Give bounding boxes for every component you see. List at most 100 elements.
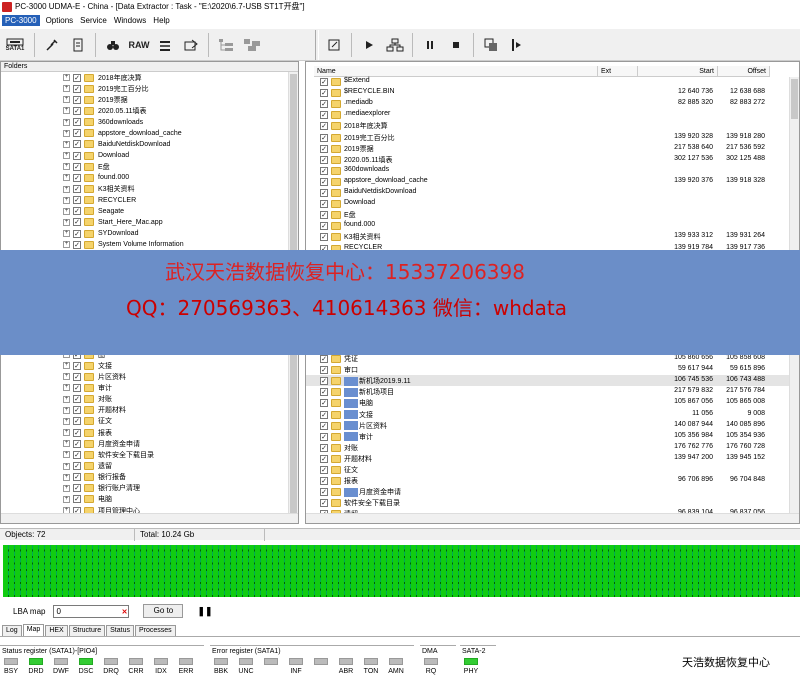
file-row[interactable]: ✓ 对账 176 762 776 176 760 728 (306, 442, 790, 453)
tree-item[interactable]: + ✓ 2018年底决算 (63, 72, 142, 83)
scrollbar-thumb[interactable] (791, 79, 798, 119)
tree-checkbox[interactable]: ✓ (73, 173, 81, 182)
raw-button[interactable]: RAW (128, 32, 150, 58)
search-button[interactable] (102, 32, 124, 58)
expand-icon[interactable]: + (63, 96, 70, 104)
network-button[interactable] (384, 32, 406, 58)
file-row[interactable]: ✓ 审计 105 356 984 105 354 936 (306, 431, 790, 442)
tree-checkbox[interactable]: ✓ (73, 372, 81, 381)
file-checkbox[interactable]: ✓ (320, 133, 328, 142)
tree-checkbox[interactable]: ✓ (73, 140, 81, 149)
folders-horizontal-scrollbar[interactable] (1, 513, 298, 523)
file-checkbox[interactable]: ✓ (320, 122, 328, 131)
expand-icon[interactable]: + (63, 129, 70, 137)
tree-item[interactable]: + ✓ K3相关资料 (63, 184, 135, 195)
file-checkbox[interactable]: ✓ (320, 466, 328, 474)
expand-icon[interactable]: + (63, 140, 70, 148)
file-row[interactable]: ✓ 电脑 105 867 056 105 865 008 (306, 397, 790, 409)
file-checkbox[interactable]: ✓ (320, 432, 328, 441)
expand-icon[interactable]: + (63, 473, 70, 481)
stop-button[interactable] (445, 32, 467, 58)
copy-button[interactable] (480, 32, 502, 58)
tree-item[interactable]: + ✓ 软件安全下载目录 (63, 449, 154, 460)
file-checkbox[interactable]: ✓ (320, 189, 328, 197)
tree-item[interactable]: + ✓ 月度资金申请 (63, 438, 140, 449)
tab-log[interactable]: Log (2, 625, 22, 636)
tree-item[interactable]: + ✓ RECYCLER (63, 195, 136, 206)
menu-options[interactable]: Options (46, 16, 74, 25)
tab-map[interactable]: Map (22, 624, 45, 636)
tree-item[interactable]: + ✓ 开题材料 (63, 405, 126, 416)
tab-processes[interactable]: Processes (134, 625, 176, 636)
tree-item[interactable]: + ✓ 2019完工百分比 (63, 83, 149, 94)
expand-icon[interactable]: + (63, 462, 70, 470)
open-task-button[interactable] (323, 32, 345, 58)
tree-item[interactable]: + ✓ found.000 (63, 172, 129, 183)
tree-item[interactable]: + ✓ 电脑 (63, 494, 112, 505)
tree-item[interactable]: + ✓ Download (63, 150, 129, 161)
files-horizontal-scrollbar[interactable] (306, 513, 799, 523)
file-row[interactable]: ✓ 月度资金申请 (306, 486, 790, 497)
file-row[interactable]: ✓ 2019票据 217 538 640 217 536 592 (306, 143, 790, 154)
tree-item[interactable]: + ✓ 银行账户清理 (63, 483, 140, 494)
menu-help[interactable]: Help (153, 16, 169, 25)
file-row[interactable]: ✓ BaiduNetdiskDownload (306, 187, 790, 198)
file-checkbox[interactable]: ✓ (320, 499, 328, 508)
file-row[interactable]: ✓ E盘 (306, 209, 790, 220)
tree-item[interactable]: + ✓ 征文 (63, 416, 112, 427)
expand-icon[interactable]: + (63, 395, 70, 403)
tree-checkbox[interactable]: ✓ (73, 84, 81, 93)
expand-icon[interactable]: + (63, 174, 70, 182)
tab-structure[interactable]: Structure (68, 625, 106, 636)
file-checkbox[interactable]: ✓ (320, 144, 328, 153)
file-checkbox[interactable]: ✓ (320, 355, 328, 363)
file-checkbox[interactable]: ✓ (320, 410, 328, 419)
tree-item[interactable]: + ✓ appstore_download_cache (63, 128, 182, 139)
file-checkbox[interactable]: ✓ (320, 477, 328, 486)
tree-checkbox[interactable]: ✓ (73, 406, 81, 415)
tree-checkbox[interactable]: ✓ (73, 395, 81, 404)
tree-checkbox[interactable]: ✓ (73, 462, 81, 470)
tree-checkbox[interactable]: ✓ (73, 73, 81, 82)
tree-checkbox[interactable]: ✓ (73, 240, 81, 249)
tree-item[interactable]: + ✓ BaiduNetdiskDownload (63, 139, 170, 150)
expand-icon[interactable]: + (63, 218, 70, 226)
menu-service[interactable]: Service (80, 16, 107, 25)
file-checkbox[interactable]: ✓ (320, 421, 328, 430)
tree-checkbox[interactable]: ✓ (73, 484, 81, 493)
tree-item[interactable]: + ✓ 银行报备 (63, 472, 126, 483)
tree-item[interactable]: + ✓ 2019票据 (63, 94, 128, 105)
pc3000-logo[interactable]: PC-3000 (2, 14, 40, 26)
expand-icon[interactable]: + (63, 241, 70, 249)
expand-icon[interactable]: + (63, 85, 70, 93)
tree-checkbox[interactable]: ✓ (73, 450, 81, 459)
file-checkbox[interactable]: ✓ (320, 200, 328, 209)
file-checkbox[interactable]: ✓ (320, 155, 328, 164)
tree-checkbox[interactable]: ✓ (73, 162, 81, 171)
lba-map-grid[interactable] (3, 545, 800, 597)
tree-checkbox[interactable]: ✓ (73, 473, 81, 482)
menu-windows[interactable]: Windows (114, 16, 146, 25)
expand-icon[interactable]: + (63, 406, 70, 414)
tree-checkbox[interactable]: ✓ (73, 106, 81, 115)
file-row[interactable]: ✓ 片区资料 140 087 944 140 085 896 (306, 420, 790, 431)
expand-icon[interactable]: + (63, 152, 70, 160)
expand-icon[interactable]: + (63, 451, 70, 459)
file-checkbox[interactable]: ✓ (320, 78, 328, 86)
file-row[interactable]: ✓ 2018年底决算 (306, 120, 790, 131)
file-checkbox[interactable]: ✓ (320, 454, 328, 463)
file-checkbox[interactable]: ✓ (320, 100, 328, 109)
group-button[interactable] (241, 32, 263, 58)
scale-button[interactable] (154, 32, 176, 58)
file-row[interactable]: ✓ 报表 96 706 896 96 704 848 (306, 475, 790, 486)
tab-status[interactable]: Status (106, 625, 134, 636)
tree-checkbox[interactable]: ✓ (73, 383, 81, 392)
tree-item[interactable]: + ✓ 报表 (63, 427, 112, 438)
expand-icon[interactable]: + (63, 417, 70, 425)
expand-icon[interactable]: + (63, 207, 70, 215)
tree-item[interactable]: + ✓ 360downloads (63, 117, 143, 128)
file-checkbox[interactable]: ✓ (320, 211, 328, 220)
expand-icon[interactable]: + (63, 384, 70, 392)
file-checkbox[interactable]: ✓ (320, 399, 328, 408)
tree-checkbox[interactable]: ✓ (73, 207, 81, 216)
